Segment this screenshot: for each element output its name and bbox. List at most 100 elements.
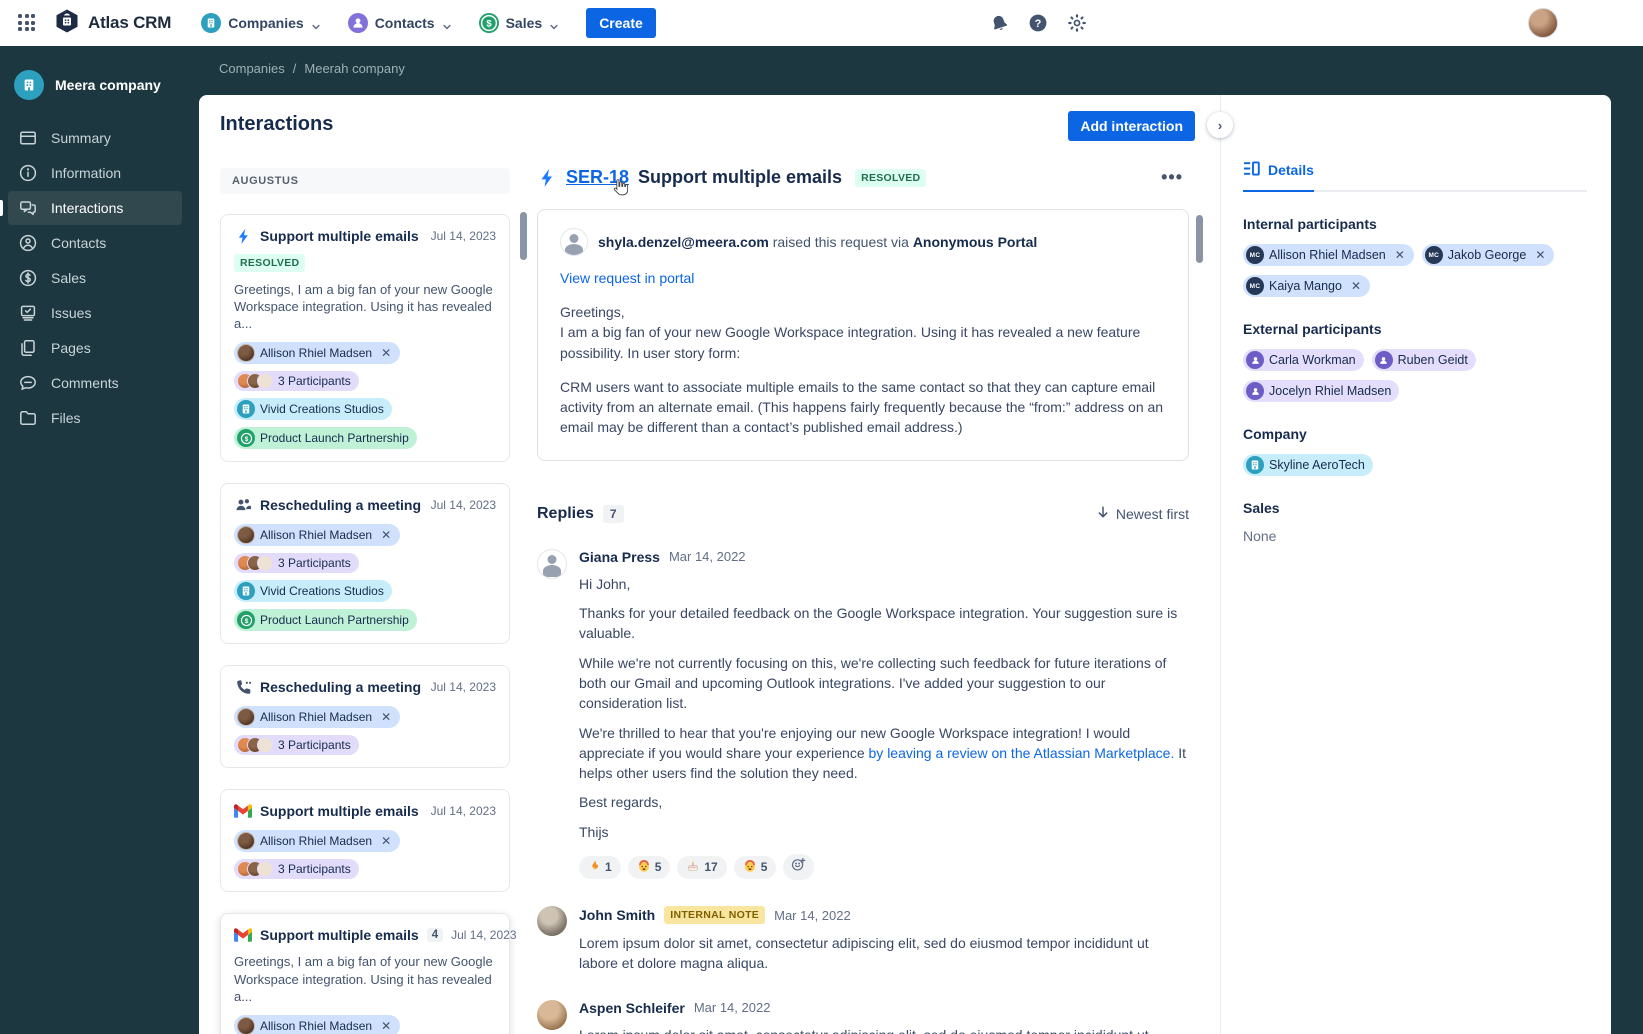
remove-participant-icon[interactable]: ✕ xyxy=(1534,248,1546,262)
marketplace-review-link[interactable]: by leaving a review on the Atlassian Mar… xyxy=(869,745,1175,761)
sale-icon: $ xyxy=(237,611,255,630)
sales-icon xyxy=(18,268,38,288)
participant-pill[interactable]: Jocelyn Rhiel Madsen xyxy=(1243,380,1400,402)
sidebar-company-name: Meera company xyxy=(55,77,161,93)
nav-menu-sales[interactable]: $ Sales xyxy=(478,13,559,33)
remove-tag-icon[interactable]: ✕ xyxy=(380,528,392,542)
breadcrumb-companies[interactable]: Companies xyxy=(219,61,285,76)
interaction-card[interactable]: Rescheduling a meeting Jul 14, 2023 Alli… xyxy=(220,665,510,769)
app-grid-icon[interactable] xyxy=(18,14,36,32)
reply-date: Mar 14, 2022 xyxy=(774,907,851,923)
sidebar-item-files[interactable]: Files xyxy=(8,401,182,435)
sidebar-item-information[interactable]: Information xyxy=(8,156,182,190)
participant-pill[interactable]: MC Jakob George ✕ xyxy=(1421,244,1555,266)
interaction-card[interactable]: Support multiple emails Jul 14, 2023 All… xyxy=(220,789,510,893)
participants-avatars xyxy=(237,373,273,390)
remove-tag-icon[interactable]: ✕ xyxy=(380,1019,392,1033)
reaction-pill[interactable]: 5 xyxy=(733,855,777,879)
tag-sale[interactable]: $ Product Launch Partnership xyxy=(234,427,417,450)
reply-paragraph: Hi John, xyxy=(579,575,631,592)
sidebar-item-issues[interactable]: Issues xyxy=(8,296,182,330)
interaction-date: Jul 14, 2023 xyxy=(430,498,496,513)
breadcrumb-company[interactable]: Meerah company xyxy=(304,61,404,76)
view-request-link[interactable]: View request in portal xyxy=(560,270,694,286)
tag-participants[interactable]: 3 Participants xyxy=(234,859,359,880)
contact-avatar xyxy=(237,832,255,851)
participant-pill[interactable]: Ruben Geidt xyxy=(1371,349,1476,371)
tag-person[interactable]: Allison Rhiel Madsen ✕ xyxy=(234,706,401,729)
sidebar-item-interactions[interactable]: Interactions xyxy=(0,191,182,225)
remove-tag-icon[interactable]: ✕ xyxy=(380,834,392,848)
collapse-panel-button[interactable]: › xyxy=(1207,112,1233,138)
tag-company[interactable]: Vivid Creations Studios xyxy=(234,398,392,421)
replies-count-badge: 7 xyxy=(602,504,624,523)
bolt-icon xyxy=(234,227,252,245)
cake-emoji xyxy=(686,859,700,876)
interaction-key-link[interactable]: SER-18 xyxy=(566,167,629,188)
tag-participants[interactable]: 3 Participants xyxy=(234,735,359,756)
sort-control[interactable]: Newest first xyxy=(1096,505,1189,522)
info-icon xyxy=(18,163,38,183)
more-options-icon[interactable]: ••• xyxy=(1155,167,1189,188)
detail-scrollbar[interactable] xyxy=(1196,215,1203,263)
sidebar-item-summary[interactable]: Summary xyxy=(8,121,182,155)
help-icon[interactable]: ? xyxy=(1027,12,1049,34)
tag-person[interactable]: Allison Rhiel Madsen ✕ xyxy=(234,342,401,365)
reply-item: Giana Press Mar 14, 2022 Hi John, Thanks … xyxy=(537,548,1189,881)
settings-gear-icon[interactable] xyxy=(1066,12,1088,34)
interaction-card[interactable]: Rescheduling a meeting Jul 14, 2023 Alli… xyxy=(220,483,510,645)
dollar-icon: $ xyxy=(478,13,499,33)
tag-person[interactable]: Allison Rhiel Madsen ✕ xyxy=(234,524,401,547)
reply-date: Mar 14, 2022 xyxy=(693,1000,771,1016)
tag-participants[interactable]: 3 Participants xyxy=(234,371,359,392)
participant-pill[interactable]: Skyline AeroTech xyxy=(1243,454,1373,476)
tag-person[interactable]: Allison Rhiel Madsen ✕ xyxy=(234,830,401,853)
participant-pill[interactable]: MC Kaiya Mango ✕ xyxy=(1243,275,1371,297)
participant-pill[interactable]: Carla Workman xyxy=(1243,349,1364,371)
details-section-heading: Sales xyxy=(1243,500,1280,516)
create-button[interactable]: Create xyxy=(586,8,656,38)
sort-label: Newest first xyxy=(1115,505,1189,522)
nav-menu-contacts[interactable]: Contacts xyxy=(347,13,451,33)
reaction-pill[interactable]: 17 xyxy=(677,855,727,879)
notification-bell-icon[interactable] xyxy=(988,12,1010,34)
requester-email: shyla.denzel@meera.com xyxy=(598,234,769,250)
remove-tag-icon[interactable]: ✕ xyxy=(380,346,392,360)
interaction-card[interactable]: Support multiple emails Jul 14, 2023 RES… xyxy=(220,214,510,463)
timeline-scrollbar[interactable] xyxy=(520,212,527,260)
company-sidebar: Meera company Summary Information Intera… xyxy=(0,46,190,1034)
tab-details-label: Details xyxy=(1268,162,1314,178)
reply-paragraph: Thanks for your detailed feedback on the… xyxy=(579,605,1178,642)
participants-avatars xyxy=(237,737,273,754)
interaction-card[interactable]: Support multiple emails 4 Jul 14, 2023 G… xyxy=(220,913,517,1034)
gmail-icon xyxy=(234,802,252,820)
tab-details[interactable]: Details xyxy=(1243,161,1314,192)
main-content-card: Interactions Add interaction › AUGUSTUS … xyxy=(199,95,1611,1034)
add-reaction-button[interactable] xyxy=(783,854,815,881)
sidebar-item-comments[interactable]: Comments xyxy=(8,366,182,400)
nav-menu-companies[interactable]: Companies xyxy=(201,13,320,33)
contact-avatar xyxy=(237,1016,255,1034)
atlas-crm-logo[interactable]: Atlas CRM xyxy=(54,8,171,39)
tag-sale[interactable]: $ Product Launch Partnership xyxy=(234,609,417,632)
sidebar-company-header[interactable]: Meera company xyxy=(0,62,190,120)
chevron-down-icon xyxy=(311,19,320,29)
remove-participant-icon[interactable]: ✕ xyxy=(1350,279,1362,293)
remove-participant-icon[interactable]: ✕ xyxy=(1394,248,1406,262)
sidebar-item-pages[interactable]: Pages xyxy=(8,331,182,365)
tag-company[interactable]: Vivid Creations Studios xyxy=(234,580,392,603)
tag-person[interactable]: Allison Rhiel Madsen ✕ xyxy=(234,1014,401,1034)
user-avatar[interactable] xyxy=(1528,8,1558,38)
sidebar-item-sales[interactable]: Sales xyxy=(8,261,182,295)
reaction-pill[interactable]: 1 xyxy=(579,855,621,879)
details-empty-value: None xyxy=(1243,528,1277,544)
participant-pill[interactable]: MC Allison Rhiel Madsen ✕ xyxy=(1243,244,1414,266)
details-panel: Details Internal participants MC Allison … xyxy=(1221,95,1611,1034)
reaction-pill[interactable]: 5 xyxy=(627,855,671,879)
reply-author: Giana Press xyxy=(579,548,660,565)
interaction-date: Jul 14, 2023 xyxy=(430,680,496,695)
sidebar-item-contacts[interactable]: Contacts xyxy=(8,226,182,260)
remove-tag-icon[interactable]: ✕ xyxy=(380,710,392,724)
details-panel-icon xyxy=(1243,161,1260,179)
tag-participants[interactable]: 3 Participants xyxy=(234,553,359,574)
